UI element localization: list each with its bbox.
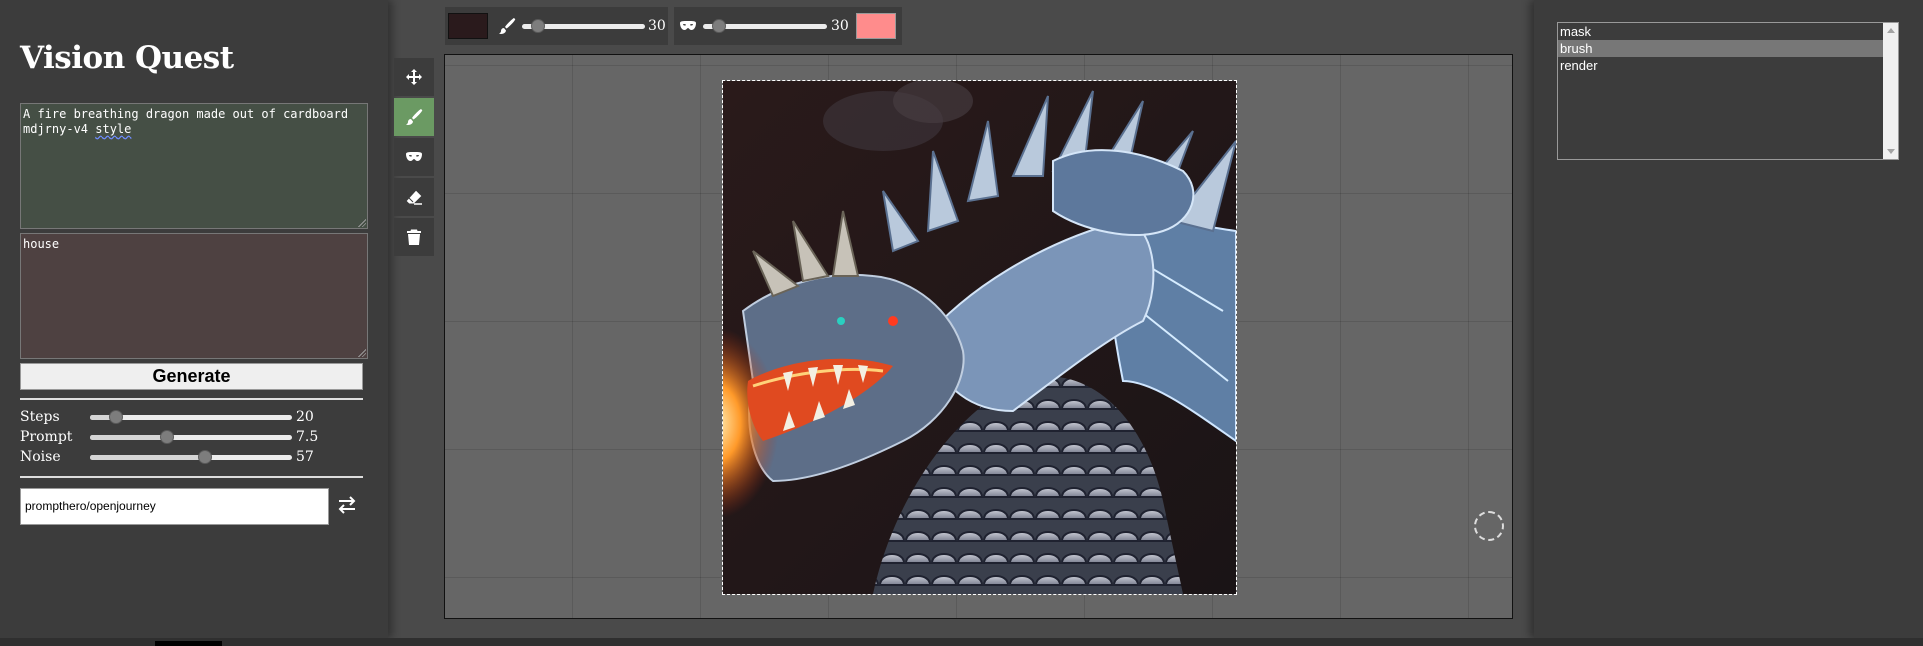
bottom-strip [0,638,1923,646]
negative-prompt-textarea[interactable]: house [20,233,368,359]
layer-item-brush[interactable]: brush [1558,40,1883,57]
drawing-canvas[interactable] [444,54,1513,619]
brush-icon [499,18,516,34]
brush-size-slider-thumb[interactable] [530,19,545,33]
resize-grip[interactable] [357,218,366,227]
layer-item-mask[interactable]: mask [1558,23,1883,40]
eraser-tool-button[interactable] [394,178,434,216]
brush-color-swatch[interactable] [448,13,488,39]
dragon-render-image [722,80,1237,595]
positive-prompt-line1: A fire breathing dragon made out of card… [23,107,349,121]
divider [20,398,363,400]
app-title: Vision Quest [20,40,234,76]
layer-list-scrollbar[interactable] [1883,23,1898,159]
generate-button[interactable]: Generate [20,363,363,390]
scroll-down-arrow-icon[interactable] [1887,149,1895,154]
move-tool-button[interactable] [394,58,434,96]
layer-item-render[interactable]: render [1558,57,1883,74]
noise-slider-thumb[interactable] [198,450,213,464]
brush-icon [406,109,423,125]
resize-grip[interactable] [357,348,366,357]
mask-size-slider-thumb[interactable] [712,19,727,33]
prompt-strength-slider-thumb[interactable] [159,430,174,444]
mask-toolbar: 30 [674,7,902,45]
noise-label: Noise [20,449,61,465]
noise-slider-row: Noise 57 [20,447,370,467]
mask-size-value: 30 [831,18,849,34]
mask-size-slider[interactable] [703,19,827,33]
prompt-strength-label: Prompt [20,429,73,445]
positive-prompt-line2a: mdjrny-v4 [23,122,96,136]
bottom-tab [155,641,222,646]
steps-slider-thumb[interactable] [109,410,124,424]
negative-prompt-text: house [23,237,60,251]
noise-slider[interactable] [90,450,292,464]
prompt-strength-value: 7.5 [296,429,319,445]
divider [20,476,363,478]
move-icon [406,69,422,85]
mask-icon [680,21,696,30]
noise-value: 57 [296,449,314,465]
brush-size-value: 30 [648,18,666,34]
mask-color-swatch[interactable] [856,13,896,39]
steps-slider[interactable] [90,410,292,424]
model-input[interactable]: prompthero/openjourney [20,488,329,525]
steps-slider-row: Steps 20 [20,407,370,427]
brush-tool-button[interactable] [394,98,434,136]
positive-prompt-textarea[interactable]: A fire breathing dragon made out of card… [20,103,368,229]
positive-prompt-line2b: style [95,122,132,136]
prompt-strength-slider[interactable] [90,430,292,444]
scroll-up-arrow-icon[interactable] [1887,28,1895,33]
steps-label: Steps [20,409,60,425]
brush-toolbar: 30 [445,7,668,45]
steps-value: 20 [296,409,314,425]
mask-icon [406,152,422,161]
brush-cursor [1474,511,1504,541]
trash-icon [407,229,421,245]
swap-icon[interactable] [336,494,358,516]
mask-tool-button[interactable] [394,138,434,176]
layer-list[interactable]: mask brush render [1557,22,1899,160]
eraser-icon [405,189,423,205]
delete-tool-button[interactable] [394,218,434,256]
prompt-slider-row: Prompt 7.5 [20,427,370,447]
right-panel: mask brush render [1534,0,1923,638]
left-panel: Vision Quest A fire breathing dragon mad… [0,0,388,638]
brush-size-slider[interactable] [522,19,645,33]
